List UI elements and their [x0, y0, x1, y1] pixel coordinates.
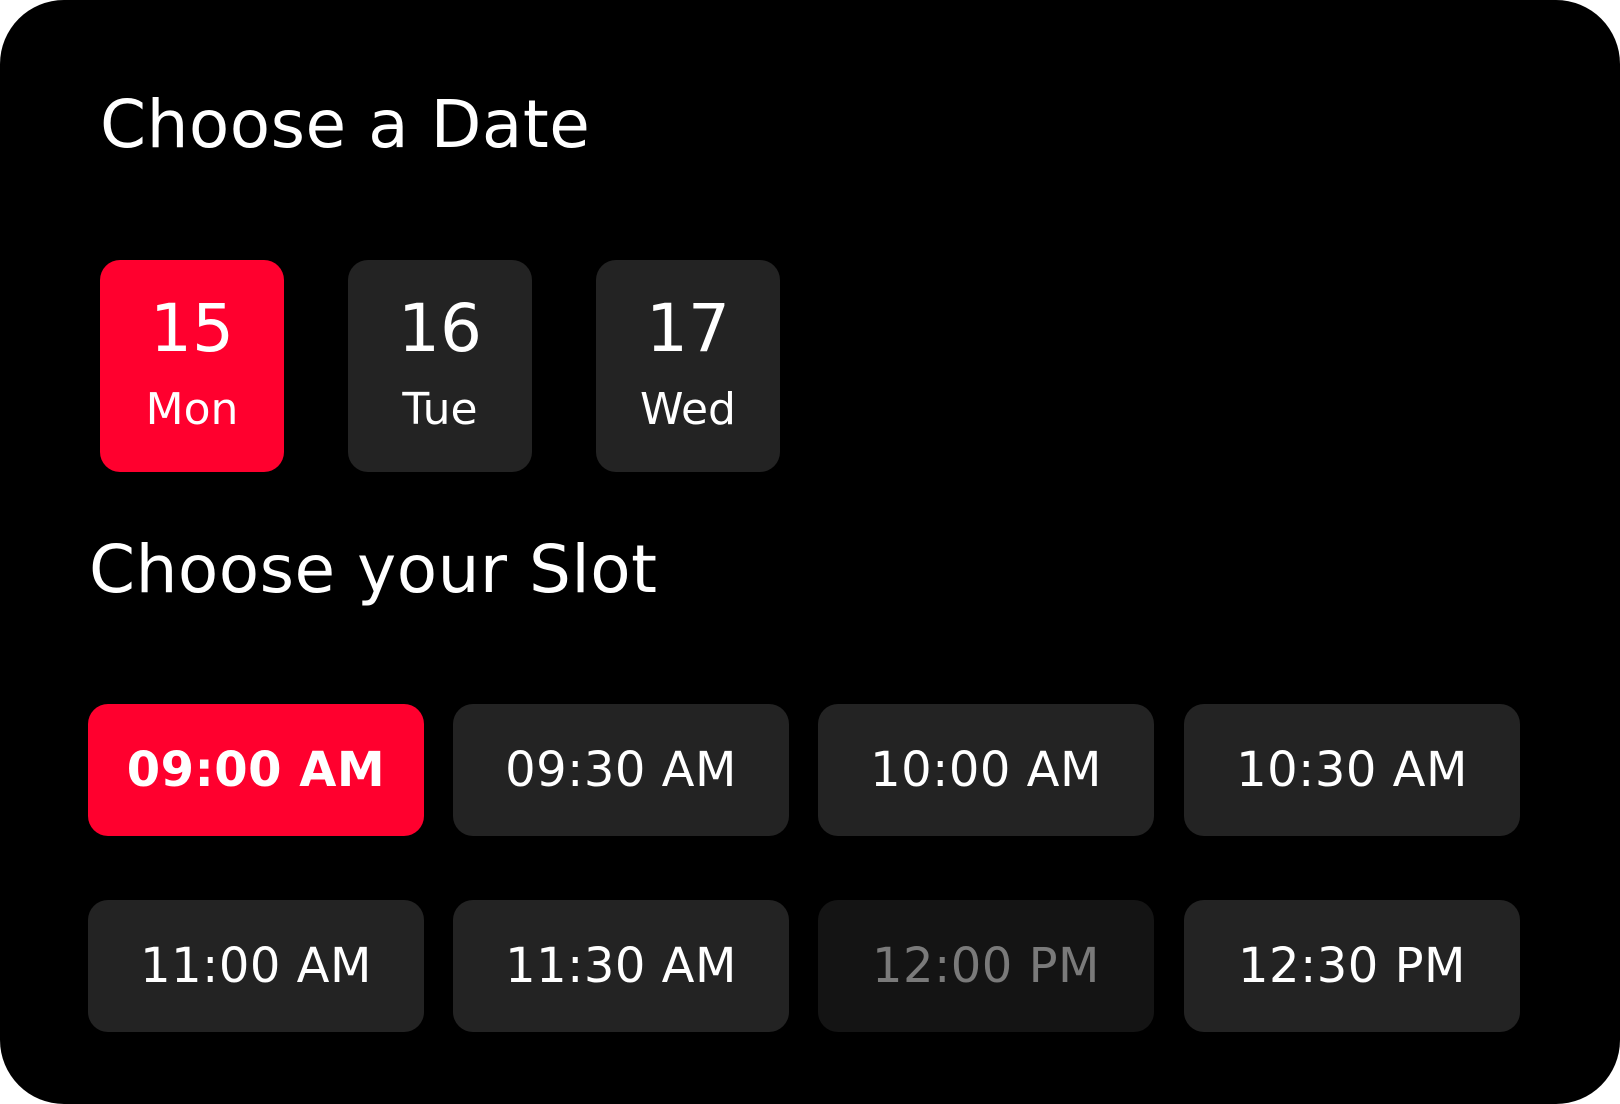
- time-slot-1130-am[interactable]: 11:30 AM: [453, 900, 789, 1032]
- date-weekday: Mon: [145, 384, 239, 435]
- date-weekday: Wed: [640, 384, 736, 435]
- date-option-17[interactable]: 17 Wed: [596, 260, 780, 472]
- date-number: 16: [398, 290, 482, 367]
- time-slot-0930-am[interactable]: 09:30 AM: [453, 704, 789, 836]
- time-slot-1200-pm-unavailable: 12:00 PM: [818, 900, 1154, 1032]
- date-option-15[interactable]: 15 Mon: [100, 260, 284, 472]
- time-slot-0900-am[interactable]: 09:00 AM: [88, 704, 424, 836]
- choose-date-heading: Choose a Date: [100, 86, 591, 163]
- date-number: 15: [150, 290, 234, 367]
- time-slot-1000-am[interactable]: 10:00 AM: [818, 704, 1154, 836]
- time-slot-1030-am[interactable]: 10:30 AM: [1184, 704, 1520, 836]
- date-weekday: Tue: [402, 384, 478, 435]
- date-number: 17: [646, 290, 730, 367]
- choose-slot-heading: Choose your Slot: [89, 531, 658, 608]
- time-slot-1100-am[interactable]: 11:00 AM: [88, 900, 424, 1032]
- booking-card: Choose a Date 15 Mon 16 Tue 17 Wed Choos…: [0, 0, 1620, 1104]
- date-option-16[interactable]: 16 Tue: [348, 260, 532, 472]
- time-slot-1230-pm[interactable]: 12:30 PM: [1184, 900, 1520, 1032]
